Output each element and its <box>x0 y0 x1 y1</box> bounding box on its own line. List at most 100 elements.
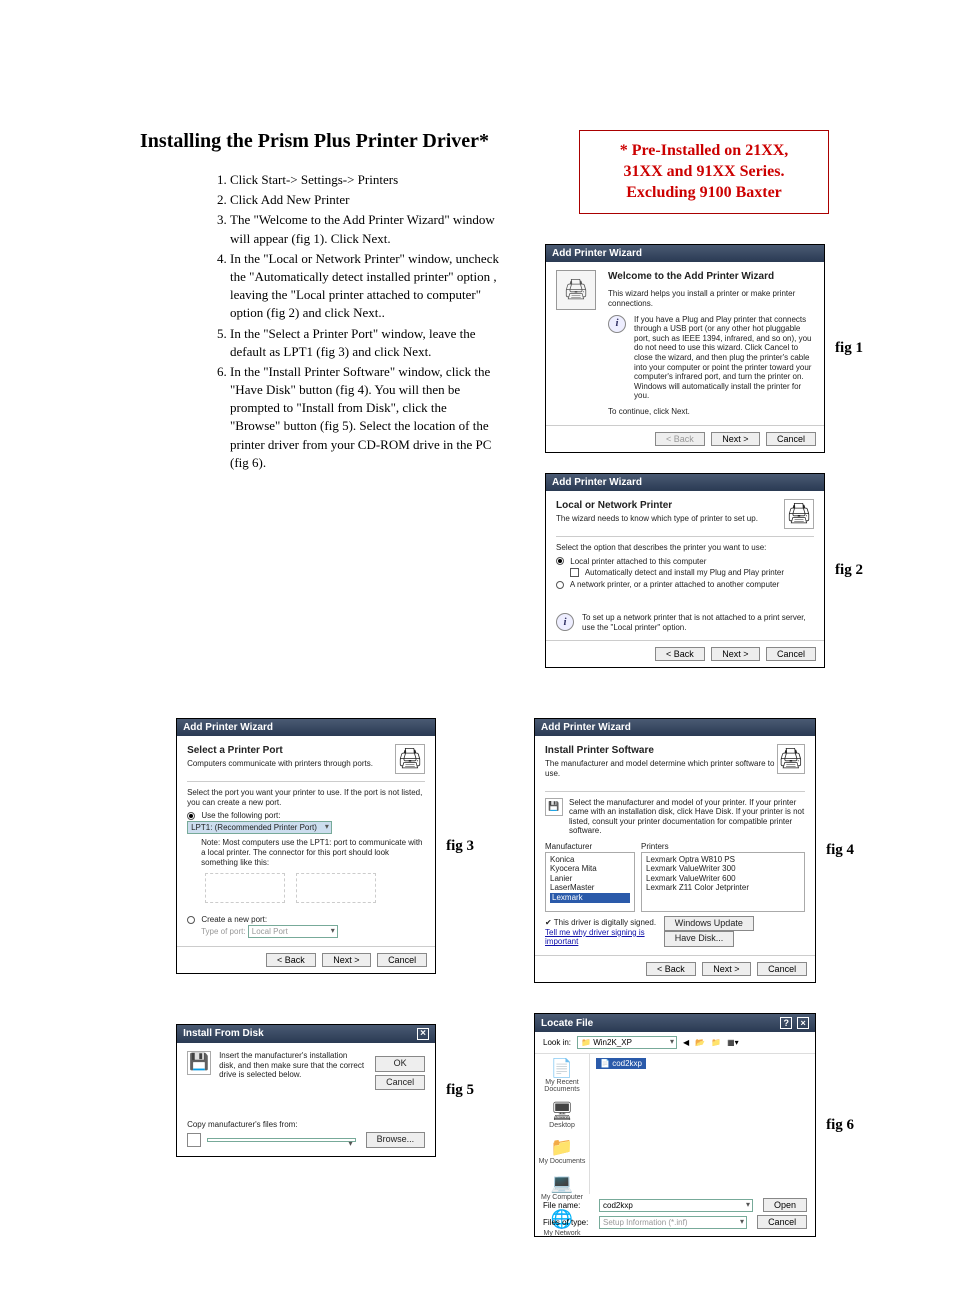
page-title: Installing the Prism Plus Printer Driver… <box>140 130 514 153</box>
fig3-title: Add Printer Wizard <box>177 719 435 736</box>
info-icon: i <box>556 613 574 631</box>
fig2-prompt: Select the option that describes the pri… <box>556 543 814 553</box>
back-button[interactable]: < Back <box>266 953 316 967</box>
fig4-title: Add Printer Wizard <box>535 719 815 736</box>
floppy-icon <box>187 1133 201 1147</box>
fig2-title: Add Printer Wizard <box>546 474 824 491</box>
fig4-sub: The manufacturer and model determine whi… <box>545 759 777 778</box>
open-button[interactable]: Open <box>763 1198 807 1212</box>
fig1-continue: To continue, click Next. <box>608 407 814 417</box>
manufacturer-list[interactable]: Konica Kyocera Mita Lanier LaserMaster L… <box>545 852 635 912</box>
fig3-note: Note: Most computers use the LPT1: port … <box>201 838 425 867</box>
path-select[interactable] <box>207 1138 355 1142</box>
up-icon[interactable]: 📂 <box>695 1038 705 1047</box>
fig4-prompt: Select the manufacturer and model of you… <box>569 798 805 836</box>
use-port-radio[interactable] <box>187 812 195 820</box>
printer-icon <box>784 499 814 529</box>
next-button[interactable]: Next > <box>702 962 750 976</box>
port-diagram <box>296 873 376 903</box>
browse-button[interactable]: Browse... <box>366 1132 426 1148</box>
filename-input[interactable]: cod2kxp <box>599 1199 753 1212</box>
cancel-button[interactable]: Cancel <box>766 647 816 661</box>
steps-list: Click Start-> Settings-> Printers Click … <box>140 171 500 472</box>
fig3-sub: Computers communicate with printers thro… <box>187 759 373 769</box>
next-button[interactable]: Next > <box>711 647 759 661</box>
views-icon[interactable]: ▦▾ <box>727 1038 739 1047</box>
autodetect-checkbox[interactable] <box>570 568 579 577</box>
newfolder-icon[interactable]: 📁 <box>711 1038 721 1047</box>
fig2-dialog: Add Printer Wizard Local or Network Prin… <box>545 473 825 669</box>
ok-button[interactable]: OK <box>375 1056 425 1072</box>
fig1-line1: This wizard helps you install a printer … <box>608 289 814 308</box>
preinstalled-note: * Pre-Installed on 21XX, 31XX and 91XX S… <box>579 130 829 214</box>
fig5-label: fig 5 <box>446 1082 474 1099</box>
windows-update-button[interactable]: Windows Update <box>664 916 754 932</box>
back-button[interactable]: < Back <box>646 962 696 976</box>
fig6-dialog: Locate File ? × Look in: 📁 Win2K_XP ◀ 📂 … <box>534 1013 816 1237</box>
file-area[interactable]: 📄 cod2kxp <box>590 1054 815 1194</box>
fig2-info: To set up a network printer that is not … <box>582 613 814 632</box>
disk-icon: 💾 <box>545 798 563 816</box>
places-bar[interactable]: 📄My Recent Documents 🖥Desktop 📁My Docume… <box>535 1054 590 1194</box>
fig2-sub: The wizard needs to know which type of p… <box>556 514 758 524</box>
fig5-copy: Copy manufacturer's files from: <box>187 1120 425 1130</box>
have-disk-button[interactable]: Have Disk... <box>664 931 735 947</box>
printers-list[interactable]: Lexmark Optra W810 PS Lexmark ValueWrite… <box>641 852 805 912</box>
printers-col-header: Printers <box>641 842 805 852</box>
port-type-select: Local Port <box>248 925 338 939</box>
fig3-heading: Select a Printer Port <box>187 744 373 757</box>
signed-text: ✔ This driver is digitally signed. <box>545 918 660 928</box>
step-2: Click Add New Printer <box>230 191 500 209</box>
mfr-col-header: Manufacturer <box>545 842 635 852</box>
port-diagram <box>205 873 285 903</box>
fig4-dialog: Add Printer Wizard Install Printer Softw… <box>534 718 816 983</box>
fig1-heading: Welcome to the Add Printer Wizard <box>608 270 814 283</box>
step-5: In the "Select a Printer Port" window, l… <box>230 325 500 361</box>
network-printer-radio[interactable] <box>556 581 564 589</box>
info-icon: i <box>608 315 626 333</box>
disk-icon: 💾 <box>187 1051 211 1075</box>
filetype-select[interactable]: Setup Information (*.inf) <box>599 1216 747 1229</box>
signing-link[interactable]: Tell me why driver signing is important <box>545 928 660 947</box>
next-button[interactable]: Next > <box>322 953 370 967</box>
cancel-button[interactable]: Cancel <box>757 962 807 976</box>
lookin-select[interactable]: 📁 Win2K_XP <box>577 1036 677 1049</box>
fig3-prompt: Select the port you want your printer to… <box>187 788 425 807</box>
fig3-label: fig 3 <box>446 838 474 855</box>
step-1: Click Start-> Settings-> Printers <box>230 171 500 189</box>
fig4-heading: Install Printer Software <box>545 744 777 757</box>
fig2-label: fig 2 <box>835 562 863 579</box>
create-port-radio[interactable] <box>187 916 195 924</box>
close-icon[interactable]: × <box>417 1028 429 1040</box>
file-item[interactable]: 📄 cod2kxp <box>596 1058 646 1069</box>
printer-icon <box>395 744 425 774</box>
back-button[interactable]: < Back <box>655 647 705 661</box>
next-button[interactable]: Next > <box>711 432 759 446</box>
fig5-title: Install From Disk <box>183 1028 264 1040</box>
fig2-heading: Local or Network Printer <box>556 499 758 512</box>
fig6-title: Locate File <box>541 1018 593 1029</box>
step-3: The "Welcome to the Add Printer Wizard" … <box>230 211 500 247</box>
back-icon[interactable]: ◀ <box>683 1038 689 1047</box>
cancel-button[interactable]: Cancel <box>757 1215 807 1229</box>
fig5-dialog: Install From Disk × 💾 Insert the manufac… <box>176 1024 436 1156</box>
local-printer-radio[interactable] <box>556 557 564 565</box>
fig3-dialog: Add Printer Wizard Select a Printer Port… <box>176 718 436 974</box>
printer-icon <box>556 270 596 310</box>
cancel-button[interactable]: Cancel <box>377 953 427 967</box>
fig1-dialog: Add Printer Wizard Welcome to the Add Pr… <box>545 244 825 452</box>
close-icon[interactable]: × <box>797 1017 809 1029</box>
port-select[interactable]: LPT1: (Recommended Printer Port) <box>187 821 332 835</box>
help-icon[interactable]: ? <box>780 1017 792 1029</box>
lookin-label: Look in: <box>543 1038 571 1048</box>
printer-icon <box>777 744 805 774</box>
cancel-button[interactable]: Cancel <box>766 432 816 446</box>
fig1-title: Add Printer Wizard <box>546 245 824 262</box>
back-button[interactable]: < Back <box>655 432 705 446</box>
fig1-label: fig 1 <box>835 340 863 357</box>
filename-label: File name: <box>543 1201 593 1210</box>
fig6-label: fig 6 <box>826 1117 854 1134</box>
cancel-button[interactable]: Cancel <box>375 1075 425 1091</box>
fig4-label: fig 4 <box>826 842 854 859</box>
fig1-info: If you have a Plug and Play printer that… <box>634 315 814 401</box>
